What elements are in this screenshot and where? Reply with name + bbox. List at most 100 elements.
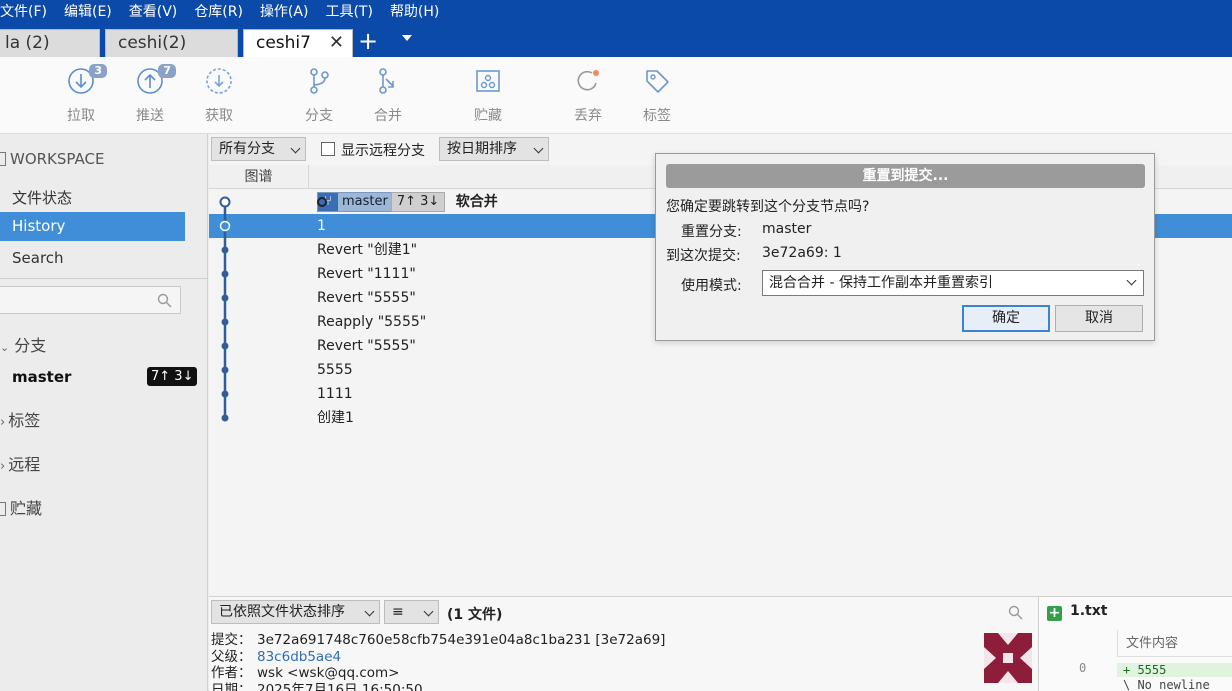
tag-button[interactable]: 标签 [627, 67, 687, 125]
commit-message: Reapply "5555" [317, 314, 427, 330]
stash-button[interactable]: 贮藏 [458, 67, 518, 125]
commit-row[interactable]: 创建1 [209, 406, 1232, 430]
commit-message: Revert "5555" [317, 290, 416, 306]
sidebar-item-search[interactable]: Search [12, 249, 64, 267]
tag-icon [643, 67, 671, 95]
diff-pane: +1.txt 文件内容 0 + 5555 \ No newline [1038, 597, 1232, 691]
section-stashes[interactable]: 贮藏 [0, 495, 42, 519]
fetch-button[interactable]: 获取 [189, 67, 249, 125]
branch-master[interactable]: master [12, 368, 71, 386]
reset-mode-select[interactable]: 混合合并 - 保持工作副本并重置索引 [762, 270, 1144, 296]
file-count: (1 文件) [447, 607, 503, 623]
menu-bar: 文件(F) 编辑(E) 查看(V) 仓库(R) 操作(A) 工具(T) 帮助(H… [0, 0, 1232, 22]
fetch-icon [205, 67, 233, 95]
tag-label: 标签 [643, 108, 671, 124]
toolbar: 3 拉取 7 推送 获取 分支 合并 贮藏 丢弃 标签 [0, 57, 1232, 134]
menu-tools[interactable]: 工具(T) [325, 1, 372, 21]
tab-label: ceshi(2) [118, 33, 187, 53]
section-label: 标签 [8, 411, 41, 430]
tab-la[interactable]: la (2) [0, 29, 100, 57]
tab-label: ceshi7 [256, 33, 311, 53]
select-value: 混合合并 - 保持工作副本并重置索引 [769, 275, 993, 291]
diff-added-line: + 5555 [1117, 663, 1232, 677]
merge-icon [374, 67, 402, 95]
reset-commit-value: 3e72a69: 1 [762, 245, 842, 261]
commit-graph [219, 196, 231, 422]
workspace-label: WORKSPACE [10, 150, 105, 168]
commit-key: 提交： [211, 632, 252, 648]
reset-branch-value: master [762, 221, 812, 237]
file-sort-select[interactable]: 已依照文件状态排序 [211, 600, 380, 624]
section-label: 分支 [14, 336, 47, 355]
pull-button[interactable]: 3 拉取 [51, 64, 111, 125]
author-key: 作者： [211, 665, 252, 681]
discard-button[interactable]: 丢弃 [558, 67, 618, 125]
diff-file-name: 1.txt [1070, 603, 1108, 619]
select-value: 已依照文件状态排序 [219, 604, 345, 620]
menu-actions[interactable]: 操作(A) [260, 1, 309, 21]
reset-mode-label: 使用模式: [681, 278, 742, 294]
sort-select[interactable]: 按日期排序 [439, 137, 549, 161]
divider [0, 278, 208, 279]
tab-ceshi[interactable]: ceshi(2) [105, 29, 238, 57]
reset-to-commit-dialog: 重置到提交... 您确定要跳转到这个分支节点吗? 重置分支: master 到这… [655, 153, 1155, 341]
ahead-behind-badge: 7↑ 3↓ [147, 367, 198, 386]
diff-no-newline: \ No newline [1123, 678, 1210, 691]
commit-message: Revert "5555" [317, 338, 416, 354]
tab-strip: la (2) ceshi(2) ceshi7 ✕ [0, 22, 1232, 57]
commit-message: Revert "创建1" [317, 242, 418, 258]
commit-hash: 3e72a691748c760e58cfb754e391e04a8c1ba231… [257, 632, 666, 648]
commit-details-panel: 已依照文件状态排序 ≡ (1 文件) 提交： 3e72a691748c760e58… [209, 596, 1232, 691]
branch-button[interactable]: 分支 [289, 67, 349, 125]
commit-message: ⑂ master 7↑ 3↓ 软合并 [317, 190, 498, 214]
graph-column-header[interactable]: 图谱 [209, 165, 309, 189]
chevron-down-icon [364, 606, 375, 617]
section-tags[interactable]: › 标签 [0, 407, 40, 431]
avatar [984, 633, 1032, 683]
file-list-toolbar: 已依照文件状态排序 ≡ (1 文件) [209, 597, 1038, 629]
push-badge: 7 [158, 64, 176, 78]
commit-row[interactable]: 1111 [209, 382, 1232, 406]
menu-help[interactable]: 帮助(H) [390, 1, 439, 21]
commit-message: 创建1 [317, 410, 354, 426]
author-value: wsk <wsk@qq.com> [257, 665, 400, 681]
parent-hash-link[interactable]: 83c6db5ae4 [257, 649, 341, 665]
merge-button[interactable]: 合并 [358, 67, 418, 125]
cancel-button[interactable]: 取消 [1055, 305, 1143, 332]
push-label: 推送 [136, 108, 164, 124]
menu-view[interactable]: 查看(V) [129, 1, 178, 21]
parent-key: 父级： [211, 648, 252, 665]
search-icon[interactable] [1008, 605, 1023, 624]
view-mode-select[interactable]: ≡ [384, 600, 439, 624]
chevron-right-icon: › [0, 415, 6, 430]
stash-box-icon [0, 502, 6, 516]
add-tab-button[interactable]: + [358, 29, 378, 53]
workspace-header: WORKSPACE [0, 150, 104, 168]
menu-repository[interactable]: 仓库(R) [194, 1, 243, 21]
section-remotes[interactable]: › 远程 [0, 451, 40, 475]
show-remote-checkbox[interactable] [321, 142, 335, 156]
pull-icon: 3 [67, 64, 107, 95]
pull-badge: 3 [89, 64, 107, 78]
branch-name: master [342, 194, 388, 209]
close-icon[interactable]: ✕ [329, 30, 344, 56]
ok-button[interactable]: 确定 [962, 305, 1050, 332]
commit-row[interactable]: 5555 [209, 358, 1232, 382]
discard-label: 丢弃 [574, 108, 602, 124]
sidebar-item-history[interactable]: History [0, 212, 185, 241]
dialog-title: 重置到提交... [666, 164, 1145, 188]
menu-file[interactable]: 文件(F) [0, 1, 47, 21]
chevron-down-icon [1126, 275, 1137, 286]
push-button[interactable]: 7 推送 [120, 64, 180, 125]
tab-ceshi7[interactable]: ceshi7 ✕ [243, 29, 353, 57]
reset-branch-label: 重置分支: [681, 224, 742, 240]
branch-filter-select[interactable]: 所有分支 [211, 137, 306, 161]
menu-edit[interactable]: 编辑(E) [64, 1, 112, 21]
stash-label: 贮藏 [474, 108, 502, 124]
sidebar-item-file-status[interactable]: 文件状态 [12, 187, 72, 208]
chevron-down-icon [423, 606, 434, 617]
section-branches[interactable]: ⌄ 分支 [0, 332, 46, 356]
commit-info: 提交： 3e72a691748c760e58cfb754e391e04a8c1ba… [211, 632, 665, 691]
sidebar-search-input[interactable] [0, 286, 181, 314]
tab-list-chevron-icon[interactable] [402, 35, 412, 41]
